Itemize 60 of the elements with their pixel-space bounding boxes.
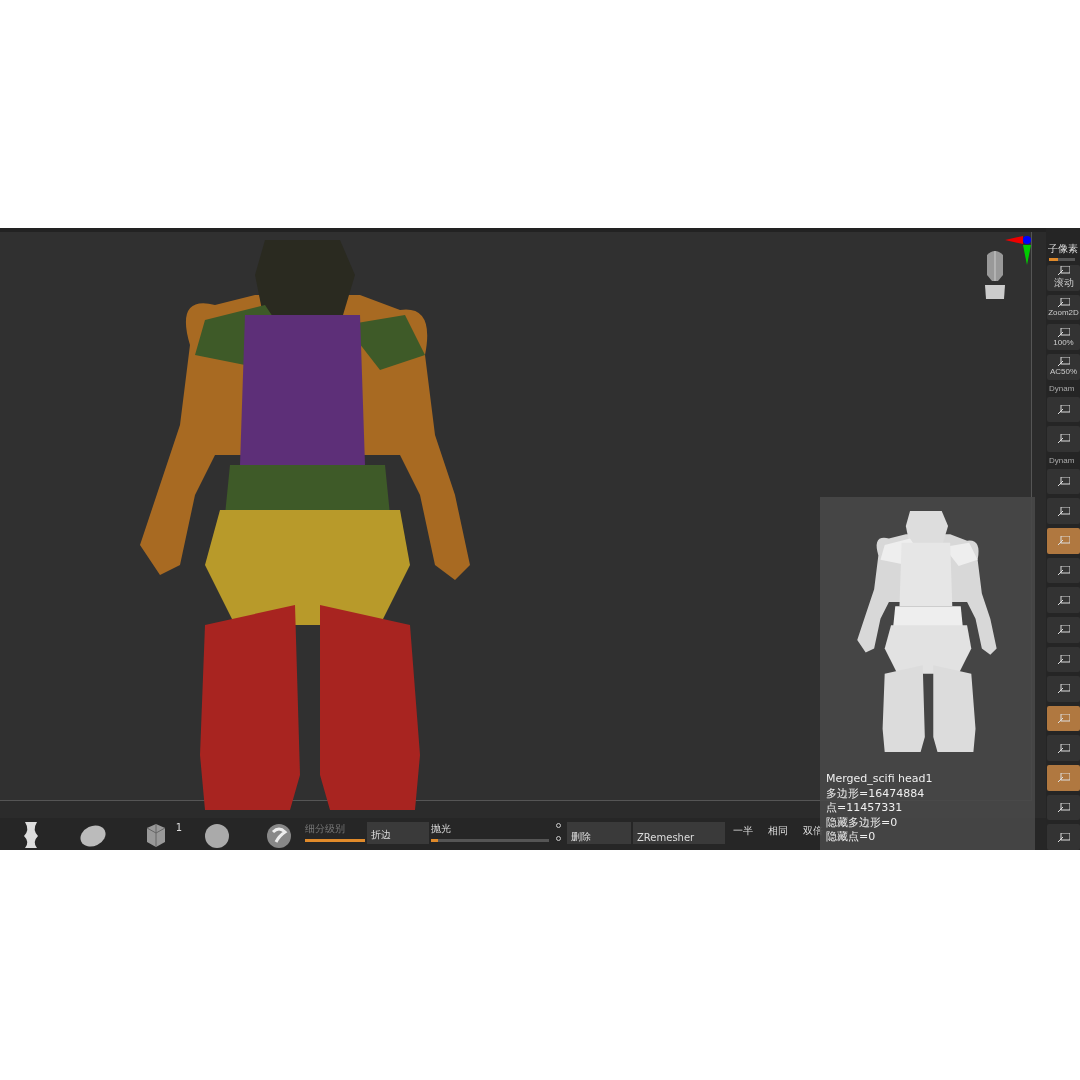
frame-icon (1057, 265, 1070, 275)
shelf-button[interactable] (1047, 587, 1080, 613)
tool-thumbnail[interactable]: 1 (124, 822, 186, 850)
shelf-button[interactable] (1047, 646, 1080, 673)
target-option[interactable]: 相同 (768, 824, 788, 838)
mesh-stat: 多边形=16474884 (826, 786, 926, 801)
frame-icon (1057, 404, 1070, 414)
shelf-button[interactable] (1047, 735, 1080, 761)
mesh-stat: 隐藏点=0 (826, 830, 877, 845)
frame-icon (1057, 297, 1070, 307)
frame-icon (1057, 536, 1070, 546)
mesh-stat: 点=11457331 (826, 801, 904, 816)
shelf-button[interactable] (1047, 396, 1080, 423)
shelf-button[interactable]: Zoom2D (1047, 294, 1080, 321)
shelf-button[interactable]: AC50% (1047, 353, 1080, 380)
frame-icon (1057, 506, 1070, 516)
sphere-icon (202, 822, 232, 848)
frame-icon (1057, 684, 1070, 694)
slider-label: 抛光 (431, 822, 452, 836)
frame-icon (1057, 327, 1070, 337)
mesh-stat: 隐藏多边形=0 (826, 815, 899, 830)
frame-icon (1057, 802, 1070, 812)
subdivision-slider[interactable] (305, 839, 365, 842)
shelf-button[interactable] (1047, 468, 1080, 495)
frame-icon (1057, 832, 1070, 842)
shelf-button[interactable]: 100% (1047, 324, 1080, 350)
frame-icon (1057, 565, 1070, 575)
shelf-title: 子像素 (1047, 242, 1079, 256)
frame-icon (1057, 743, 1070, 753)
shelf-heading: Dynam (1048, 455, 1076, 465)
shelf-button[interactable] (1047, 705, 1080, 732)
shelf-button[interactable] (1047, 824, 1080, 850)
frame-icon (1057, 714, 1070, 724)
shelf-button[interactable] (1047, 616, 1080, 643)
zremesher-button[interactable]: ZRemesher (633, 822, 725, 844)
shelf-button[interactable] (1047, 676, 1080, 702)
frame-icon (1057, 357, 1070, 367)
frame-icon (1057, 625, 1070, 635)
frame-icon (1057, 434, 1070, 444)
frame-icon (1057, 773, 1070, 783)
count-label: 1 (175, 822, 182, 833)
shelf-button[interactable] (1047, 794, 1080, 821)
target-option[interactable]: 双倍 (803, 824, 823, 838)
frame-icon (1057, 654, 1070, 664)
crease-button[interactable]: 折边 (367, 822, 429, 844)
target-option[interactable]: 一半 (733, 824, 753, 838)
shelf-button[interactable] (1047, 426, 1080, 452)
frame-icon (1057, 477, 1070, 487)
shelf-button[interactable] (1047, 498, 1080, 524)
material-sphere-icon (264, 822, 294, 848)
slider-label: 细分级别 (305, 822, 346, 836)
shelf-button[interactable] (1047, 557, 1080, 584)
shelf-button[interactable]: 滚动 (1047, 265, 1080, 291)
shelf-heading: Dynam (1048, 383, 1076, 393)
frame-icon (1057, 595, 1070, 605)
delete-button[interactable]: 删除 (567, 822, 631, 844)
mesh-blob-icon (78, 822, 108, 848)
model-name: Merged_scifi head1 (826, 772, 933, 787)
shelf-slider[interactable] (1049, 258, 1075, 261)
polish-slider[interactable] (431, 839, 549, 842)
